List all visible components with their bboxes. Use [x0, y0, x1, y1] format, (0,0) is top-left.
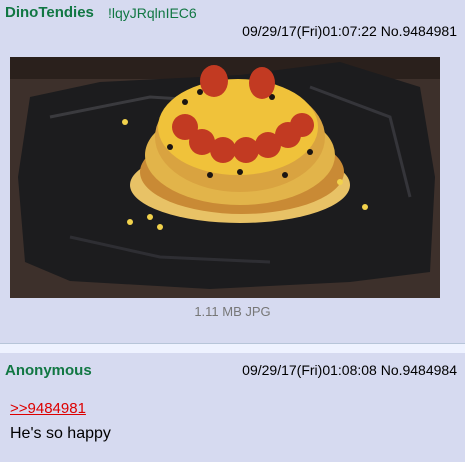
- post-comment: He's so happy: [10, 425, 111, 442]
- poster-name: DinoTendies: [5, 4, 94, 21]
- post-meta: 09/29/17(Fri)01:07:22 No.9484981: [242, 23, 457, 39]
- post-datetime: 09/29/17(Fri)01:07:22: [242, 23, 377, 39]
- post-number-link[interactable]: No.9484981: [381, 23, 457, 39]
- tripcode: !lqyJRqlnIEC6: [108, 5, 197, 21]
- post-image[interactable]: [10, 57, 440, 298]
- poster-name: Anonymous: [5, 362, 92, 379]
- post-number-link[interactable]: No.9484984: [381, 362, 457, 378]
- file-info: 1.11 MB JPG: [194, 304, 271, 319]
- post-meta: 09/29/17(Fri)01:08:08 No.9484984: [242, 362, 457, 378]
- quote-link[interactable]: >>9484981: [10, 400, 86, 417]
- post-op: DinoTendies !lqyJRqlnIEC6 09/29/17(Fri)0…: [0, 0, 465, 344]
- post-datetime: 09/29/17(Fri)01:08:08: [242, 362, 377, 378]
